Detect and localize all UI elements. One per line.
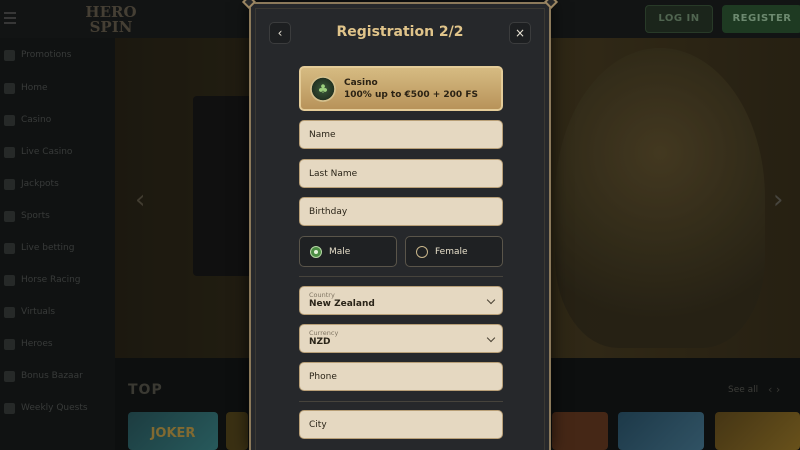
bonus-selector[interactable]: ♣ Casino 100% up to €500 + 200 FS	[299, 66, 503, 111]
gender-female-option[interactable]: Female	[405, 236, 503, 267]
city-placeholder: City	[309, 419, 327, 430]
city-field[interactable]: City	[299, 410, 503, 439]
radio-selected-icon	[310, 245, 322, 258]
divider	[299, 276, 503, 277]
chevron-down-icon	[486, 333, 496, 343]
country-label: Country	[309, 291, 335, 299]
birthday-field[interactable]: Birthday	[299, 197, 503, 226]
modal-title: Registration 2/2	[336, 24, 464, 40]
currency-select[interactable]: Currency NZD	[299, 324, 503, 353]
casino-chip-icon: ♣	[310, 75, 336, 102]
divider	[299, 401, 503, 402]
phone-field[interactable]: Phone	[299, 362, 503, 391]
gender-male-label: Male	[329, 246, 351, 257]
registration-modal: ‹ Registration 2/2 × ♣ Casino 100% up to…	[241, 0, 559, 450]
radio-unselected-icon	[416, 245, 428, 258]
currency-label: Currency	[309, 329, 339, 337]
bonus-type: Casino	[344, 77, 378, 88]
name-field[interactable]: Name	[299, 120, 503, 149]
last-name-field[interactable]: Last Name	[299, 159, 503, 188]
modal-header: ‹ Registration 2/2 ×	[251, 4, 549, 62]
name-placeholder: Name	[309, 129, 336, 140]
bonus-description: 100% up to €500 + 200 FS	[344, 89, 478, 100]
birthday-placeholder: Birthday	[309, 206, 348, 217]
country-value: New Zealand	[309, 299, 375, 309]
gender-male-option[interactable]: Male	[299, 236, 397, 267]
chevron-down-icon	[486, 295, 496, 305]
close-button[interactable]: ×	[509, 22, 531, 44]
last-name-placeholder: Last Name	[309, 168, 358, 179]
phone-placeholder: Phone	[309, 371, 337, 382]
close-icon: ×	[514, 26, 526, 40]
country-select[interactable]: Country New Zealand	[299, 286, 503, 315]
gender-female-label: Female	[435, 246, 468, 257]
currency-value: NZD	[309, 337, 331, 347]
